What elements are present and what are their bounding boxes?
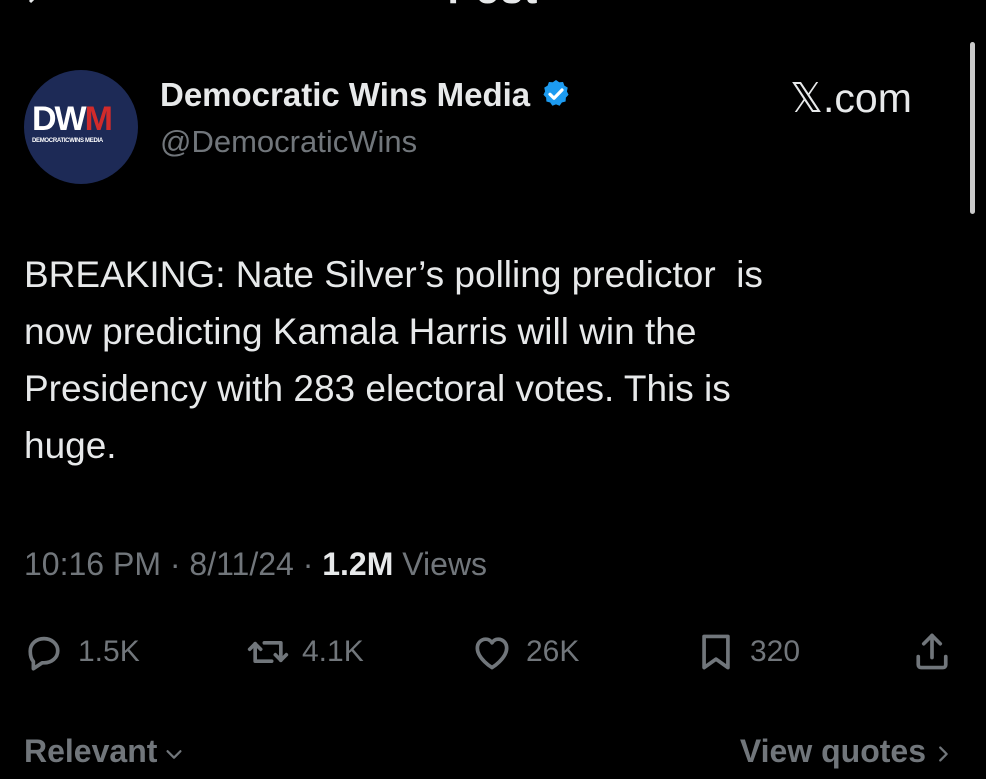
bookmark-icon: [702, 634, 730, 670]
post-meta: 10:16 PM · 8/11/24 · 1.2M Views: [24, 546, 488, 582]
view-quotes-label: View quotes: [739, 733, 926, 769]
verified-badge-icon: [543, 80, 569, 107]
post-time[interactable]: 10:16 PM: [24, 546, 161, 582]
like-count: 26K: [526, 635, 580, 668]
author-handle[interactable]: @DemocraticWins: [160, 124, 417, 160]
repost-icon: [247, 641, 289, 663]
heart-icon: [475, 637, 509, 670]
share-button[interactable]: [910, 622, 954, 682]
top-bar: Post: [0, 0, 986, 10]
like-button[interactable]: 26K: [470, 622, 579, 682]
reply-icon: [28, 636, 60, 671]
views-count: 1.2M: [322, 546, 394, 582]
repost-button[interactable]: 4.1K: [246, 622, 364, 682]
share-icon: [916, 633, 948, 670]
bookmark-count: 320: [750, 635, 801, 668]
bookmark-button[interactable]: 320: [694, 622, 800, 682]
author-name-row[interactable]: Democratic Wins Media: [160, 76, 572, 114]
chevron-down-icon: [166, 749, 182, 759]
action-bar: 1.5K 4.1K 26K 320: [0, 622, 986, 682]
avatar-logo: DWM: [32, 100, 113, 138]
sort-label: Relevant: [24, 733, 158, 769]
reply-button[interactable]: 1.5K: [22, 622, 140, 682]
reply-count: 1.5K: [78, 635, 140, 668]
view-quotes-link[interactable]: View quotes: [740, 733, 954, 770]
avatar-logo-subtext: DEMOCRATICWINS MEDIA: [32, 138, 103, 144]
repost-count: 4.1K: [302, 635, 364, 668]
views-label: Views: [402, 546, 488, 582]
page-title: Post: [0, 0, 986, 10]
x-watermark: 𝕏.com: [790, 75, 912, 121]
post-text: BREAKING: Nate Silver’s polling predicto…: [24, 254, 763, 466]
avatar[interactable]: DWM DEMOCRATICWINS MEDIA: [24, 70, 138, 184]
display-name[interactable]: Democratic Wins Media: [160, 76, 530, 113]
chevron-right-icon: [939, 745, 948, 762]
post-date[interactable]: 8/11/24: [189, 546, 293, 582]
sort-replies-dropdown[interactable]: Relevant: [24, 733, 185, 770]
scrollbar[interactable]: [970, 42, 975, 214]
